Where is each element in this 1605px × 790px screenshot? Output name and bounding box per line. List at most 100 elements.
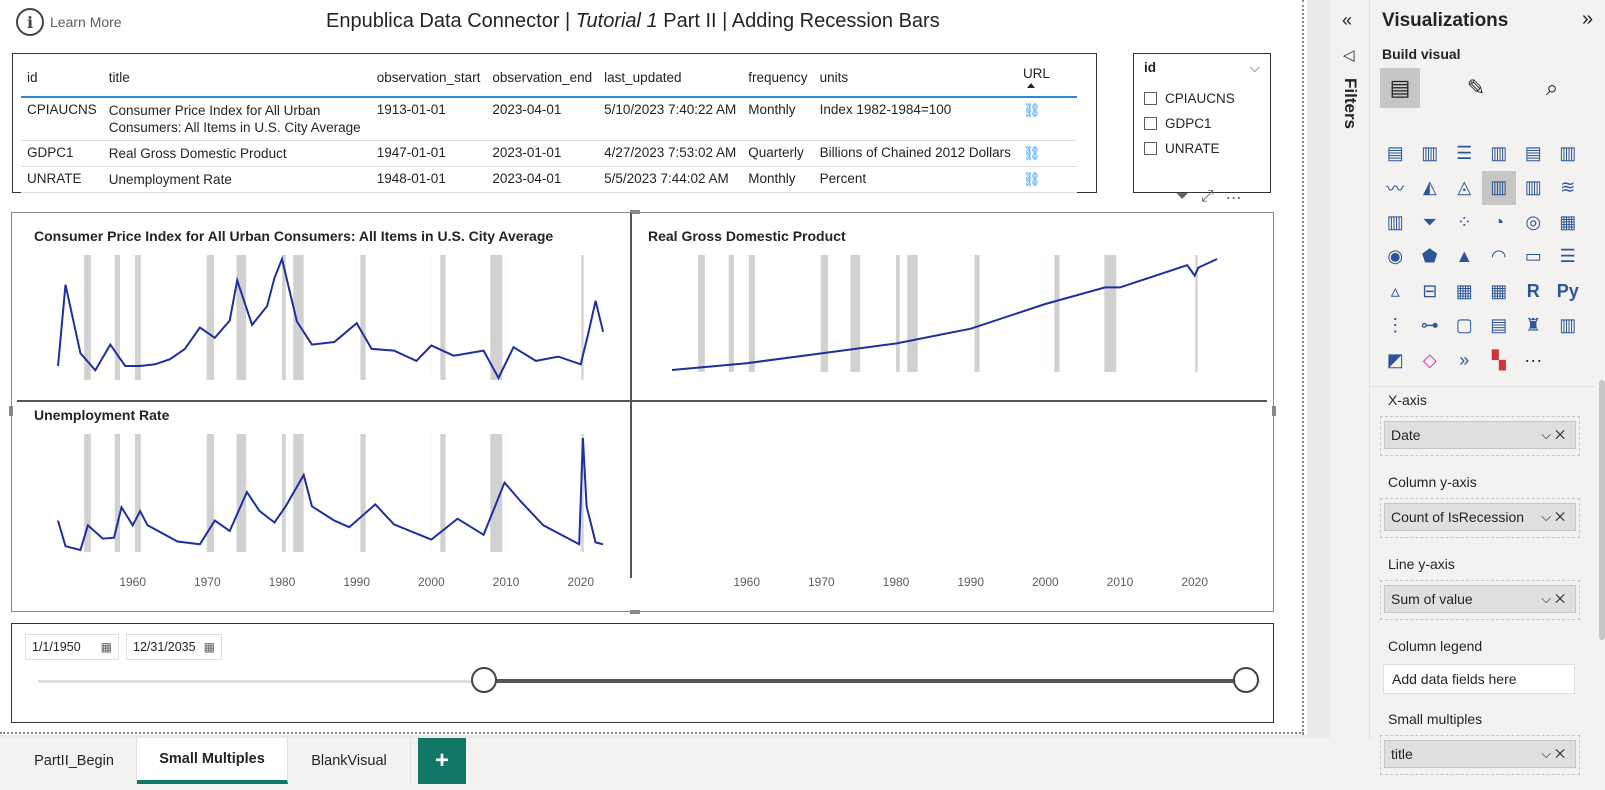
line-chart-icon[interactable]: 〰 xyxy=(1378,171,1413,206)
well-line-y-axis[interactable]: Sum of value ⌵✕ xyxy=(1380,580,1580,620)
start-date-input[interactable]: 1/1/1950 ▦ xyxy=(25,634,119,660)
build-visual-icon[interactable]: ▤ xyxy=(1380,68,1420,108)
tab-blankvisual[interactable]: BlankVisual xyxy=(288,738,411,784)
more-visuals-icon[interactable]: ··· xyxy=(1516,343,1551,378)
key-influencers-icon[interactable]: ⋮ xyxy=(1378,309,1413,344)
filled-map-icon[interactable]: ⬟ xyxy=(1413,240,1448,275)
recession-bar xyxy=(850,255,861,372)
well-column-y-axis[interactable]: Count of IsRecession ⌵✕ xyxy=(1380,498,1580,538)
100-percent-column-chart-icon[interactable]: ▥ xyxy=(1551,136,1586,171)
field-remove-icon[interactable]: ⌵✕ xyxy=(1541,427,1569,443)
matrix-icon[interactable]: ▦ xyxy=(1482,274,1517,309)
recession-bar xyxy=(440,255,446,380)
recession-bar xyxy=(114,255,120,380)
field-pill[interactable]: title ⌵✕ xyxy=(1384,740,1576,768)
x-tick-label: 1970 xyxy=(808,575,835,589)
qna-icon[interactable]: ▢ xyxy=(1447,309,1482,344)
stacked-bar-chart-icon[interactable]: ▤ xyxy=(1378,136,1413,171)
field-name: Count of IsRecession xyxy=(1391,509,1525,525)
kpi-icon[interactable]: ▵ xyxy=(1378,274,1413,309)
power-automate-icon[interactable]: ◇ xyxy=(1413,343,1448,378)
x-tick-label: 2020 xyxy=(1181,575,1208,589)
field-remove-icon[interactable]: ⌵✕ xyxy=(1541,509,1569,525)
recession-bar xyxy=(134,255,141,380)
well-small-multiples[interactable]: title ⌵✕ xyxy=(1380,735,1580,775)
power-apps-icon[interactable]: ◩ xyxy=(1378,343,1413,378)
donut-chart-icon[interactable]: ◎ xyxy=(1516,205,1551,240)
x-tick-label: 1980 xyxy=(883,575,910,589)
scatter-chart-icon[interactable]: ⁘ xyxy=(1447,205,1482,240)
well-label-small-multiples: Small multiples xyxy=(1388,711,1483,727)
apps-grid-icon[interactable]: ▚ xyxy=(1482,343,1517,378)
analytics-icon[interactable]: ⌕ xyxy=(1532,68,1572,108)
paginated-report-icon[interactable]: ▥ xyxy=(1551,309,1586,344)
tab-small-multiples[interactable]: Small Multiples xyxy=(137,738,288,784)
python-visual-icon[interactable]: Py xyxy=(1551,274,1586,309)
recession-bar xyxy=(748,255,755,372)
field-remove-icon[interactable]: ⌵✕ xyxy=(1541,591,1569,607)
calendar-icon[interactable]: ▦ xyxy=(204,640,215,654)
recession-bar xyxy=(293,434,304,552)
tab-partii-begin[interactable]: PartII_Begin xyxy=(12,738,137,784)
multi-row-card-icon[interactable]: ☰ xyxy=(1551,240,1586,275)
card-icon[interactable]: ▭ xyxy=(1516,240,1551,275)
arrow-chevron-icon[interactable]: » xyxy=(1447,343,1482,378)
slider-start-handle[interactable] xyxy=(471,667,498,693)
calendar-icon[interactable]: ▦ xyxy=(101,640,112,654)
clustered-bar-chart-icon[interactable]: ☰ xyxy=(1447,136,1482,171)
pie-chart-icon[interactable]: ◔ xyxy=(1482,205,1517,240)
r-visual-icon[interactable]: R xyxy=(1516,274,1551,309)
end-date-input[interactable]: 12/31/2035 ▦ xyxy=(126,634,222,660)
date-range-slicer[interactable]: 1/1/1950 ▦ 12/31/2035 ▦ xyxy=(11,623,1274,723)
build-visual-label: Build visual xyxy=(1382,46,1461,62)
filters-pane[interactable]: « ◁ Filters xyxy=(1330,0,1370,738)
pane-separator xyxy=(1370,386,1595,387)
visualizations-title: Visualizations xyxy=(1382,10,1509,31)
field-remove-icon[interactable]: ⌵✕ xyxy=(1541,746,1569,762)
recession-bar xyxy=(293,255,304,380)
trophy-icon[interactable]: ♜ xyxy=(1516,309,1551,344)
filter-funnel-icon: ◁ xyxy=(1343,47,1355,64)
x-tick-label: 1990 xyxy=(957,575,984,589)
filters-label[interactable]: Filters xyxy=(1340,78,1360,129)
recession-bar xyxy=(134,434,141,552)
table-icon[interactable]: ▦ xyxy=(1447,274,1482,309)
field-pill[interactable]: Sum of value ⌵✕ xyxy=(1384,585,1576,613)
x-tick-label: 1960 xyxy=(733,575,760,589)
x-tick-label: 2010 xyxy=(1107,575,1134,589)
clustered-column-chart-icon[interactable]: ▥ xyxy=(1482,136,1517,171)
expand-right-icon[interactable]: » xyxy=(1582,8,1593,31)
waterfall-chart-icon[interactable]: ▥ xyxy=(1378,205,1413,240)
area-chart-icon[interactable]: ◭ xyxy=(1413,171,1448,206)
azure-map-icon[interactable]: ▲ xyxy=(1447,240,1482,275)
decomposition-tree-icon[interactable]: ⊶ xyxy=(1413,309,1448,344)
recession-bar xyxy=(1054,255,1060,372)
treemap-icon[interactable]: ▦ xyxy=(1551,205,1586,240)
x-tick-label: 1960 xyxy=(119,575,146,589)
build-visual-tabs: ▤ ✎ ⌕ xyxy=(1380,68,1572,108)
ribbon-chart-icon[interactable]: ≋ xyxy=(1551,171,1586,206)
collapse-left-icon[interactable]: « xyxy=(1342,10,1352,31)
slider-end-handle[interactable] xyxy=(1233,667,1259,693)
recession-bar xyxy=(974,255,980,372)
smart-narrative-icon[interactable]: ▤ xyxy=(1482,309,1517,344)
line-and-column-chart-icon[interactable]: ▥ xyxy=(1481,170,1516,205)
pane-scrollbar[interactable] xyxy=(1599,380,1605,640)
field-pill[interactable]: Count of IsRecession ⌵✕ xyxy=(1384,503,1576,531)
funnel-icon[interactable]: ⏷ xyxy=(1413,205,1448,240)
add-page-button[interactable]: + xyxy=(418,738,466,784)
format-visual-icon[interactable]: ✎ xyxy=(1456,68,1496,108)
well-x-axis[interactable]: Date ⌵✕ xyxy=(1380,416,1580,456)
map-icon[interactable]: ◉ xyxy=(1378,240,1413,275)
slicer-icon[interactable]: ⊟ xyxy=(1413,274,1448,309)
100-percent-bar-chart-icon[interactable]: ▤ xyxy=(1516,136,1551,171)
stacked-column-chart-icon[interactable]: ▥ xyxy=(1413,136,1448,171)
recession-bar xyxy=(698,255,705,372)
field-pill[interactable]: Date ⌵✕ xyxy=(1384,421,1576,449)
line-and-clustered-column-icon[interactable]: ▥ xyxy=(1516,171,1551,206)
gauge-icon[interactable]: ◠ xyxy=(1482,240,1517,275)
x-tick-label: 2010 xyxy=(493,575,520,589)
stacked-area-chart-icon[interactable]: ◬ xyxy=(1447,171,1482,206)
add-data-fields-placeholder[interactable]: Add data fields here xyxy=(1383,664,1575,694)
well-column-legend[interactable]: Add data fields here xyxy=(1380,660,1580,700)
